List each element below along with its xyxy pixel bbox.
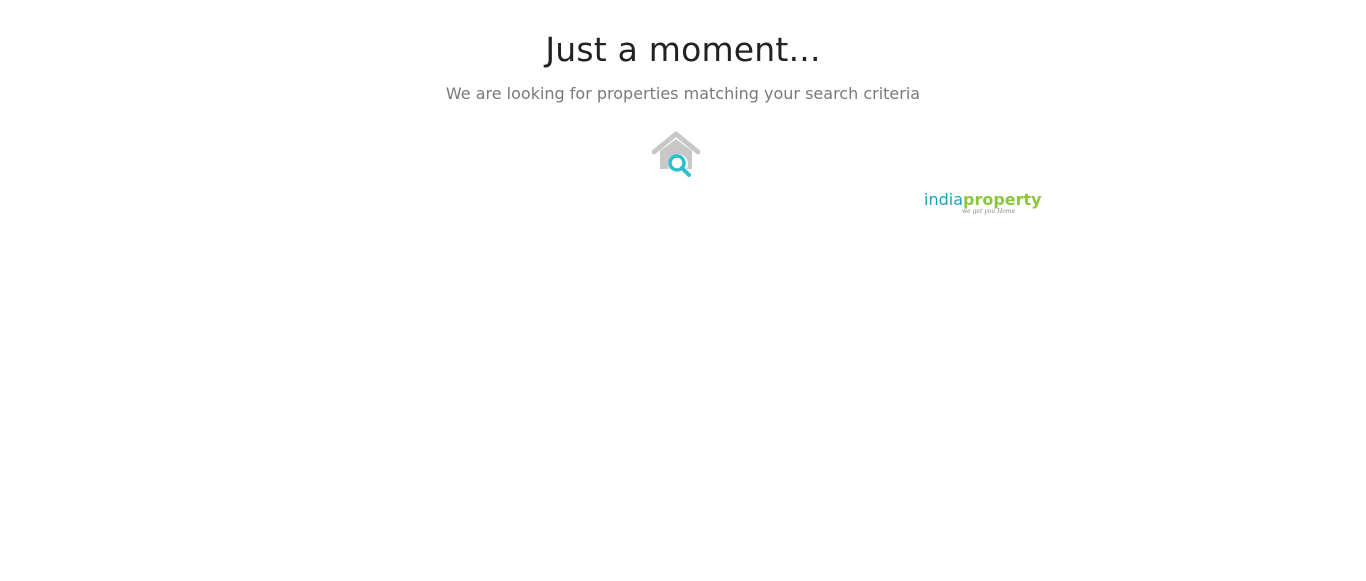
loading-message: We are looking for properties matching y…: [445, 84, 921, 103]
logo-part-property: property: [963, 190, 1042, 209]
loading-title: Just a moment...: [545, 30, 821, 69]
logo-tagline: we get you Home: [962, 208, 1016, 215]
indiaproperty-logo: indiaproperty we get you Home: [924, 191, 1042, 219]
logo-part-india: india: [924, 190, 963, 209]
loading-page: Just a moment... We are looking for prop…: [0, 0, 1366, 581]
house-search-icon: [652, 131, 700, 177]
logo-wordmark: indiaproperty: [924, 191, 1042, 209]
